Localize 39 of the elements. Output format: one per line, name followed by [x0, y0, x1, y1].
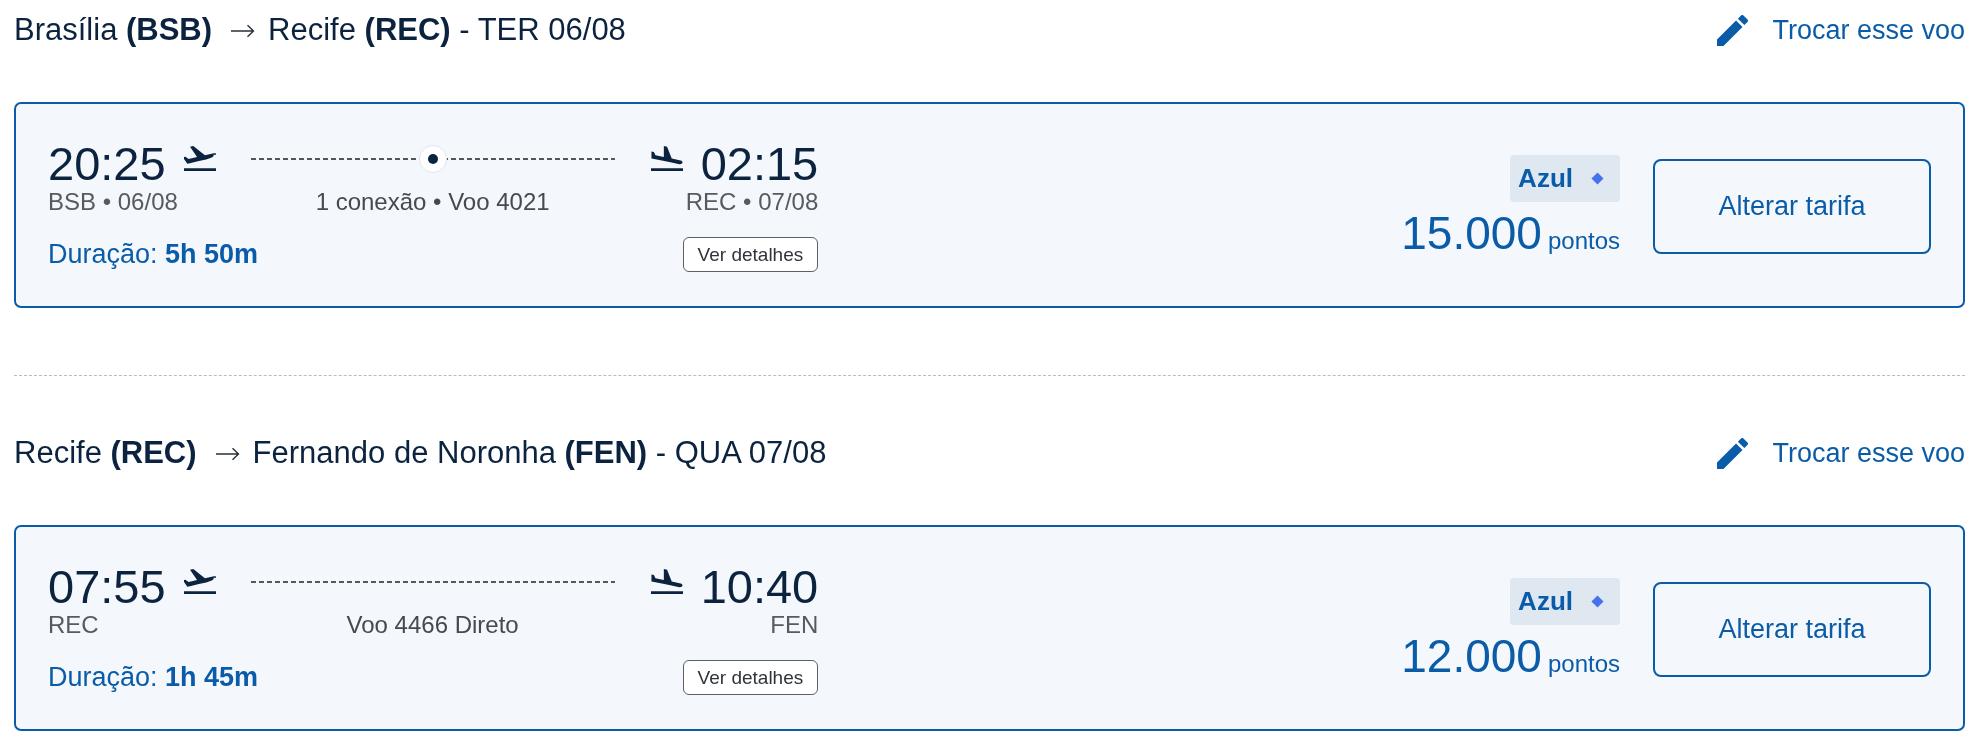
details-button[interactable]: Ver detalhes — [682, 237, 819, 272]
takeoff-plane-icon — [183, 569, 216, 594]
stop-dot-icon — [418, 144, 447, 173]
diamond-icon — [1591, 594, 1604, 608]
change-fare-button[interactable]: Alterar tarifa — [1653, 158, 1931, 254]
arrival-time: 02:15 — [700, 140, 819, 187]
arrow-icon — [215, 447, 240, 461]
flight-duration: Duração: 1h 45m — [48, 662, 259, 693]
destination-city: Fernando de Noronha (FEN) - QUA 07/08 — [252, 435, 827, 471]
arrival-info: REC • 07/08 — [685, 187, 819, 216]
landing-plane-icon — [650, 569, 683, 594]
pencil-icon — [1717, 437, 1749, 469]
departure-info: BSB • 06/08 — [48, 187, 178, 216]
departure-time: 07:55 — [48, 563, 166, 610]
change-flight-link[interactable]: Trocar esse voo — [1717, 14, 1965, 46]
arrival-time: 10:40 — [700, 563, 819, 610]
points-amount: 12.000 — [1401, 630, 1542, 681]
departure-info: REC — [48, 610, 99, 639]
destination-city: Recife (REC) - TER 06/08 — [268, 12, 626, 48]
origin-city: Brasília (BSB) — [14, 12, 213, 48]
origin-city: Recife (REC) — [14, 435, 197, 471]
change-flight-link[interactable]: Trocar esse voo — [1717, 437, 1965, 469]
fare-brand-name: Azul — [1518, 585, 1573, 617]
arrival-info: FEN — [770, 610, 819, 639]
flight-summary: Voo 4466 Direto — [346, 610, 519, 639]
points-unit: pontos — [1547, 649, 1620, 678]
fare-brand-name: Azul — [1518, 162, 1573, 194]
landing-plane-icon — [650, 146, 683, 171]
arrow-icon — [231, 24, 256, 38]
flight-duration: Duração: 5h 50m — [48, 239, 259, 270]
details-button[interactable]: Ver detalhes — [682, 660, 819, 695]
change-fare-button[interactable]: Alterar tarifa — [1653, 581, 1931, 677]
points-unit: pontos — [1547, 226, 1620, 255]
flight-summary: 1 conexão • Voo 4021 — [315, 187, 550, 216]
departure-time: 20:25 — [48, 140, 166, 187]
diamond-icon — [1591, 171, 1604, 185]
points-amount: 15.000 — [1401, 207, 1542, 258]
pencil-icon — [1717, 14, 1749, 46]
takeoff-plane-icon — [183, 146, 216, 171]
